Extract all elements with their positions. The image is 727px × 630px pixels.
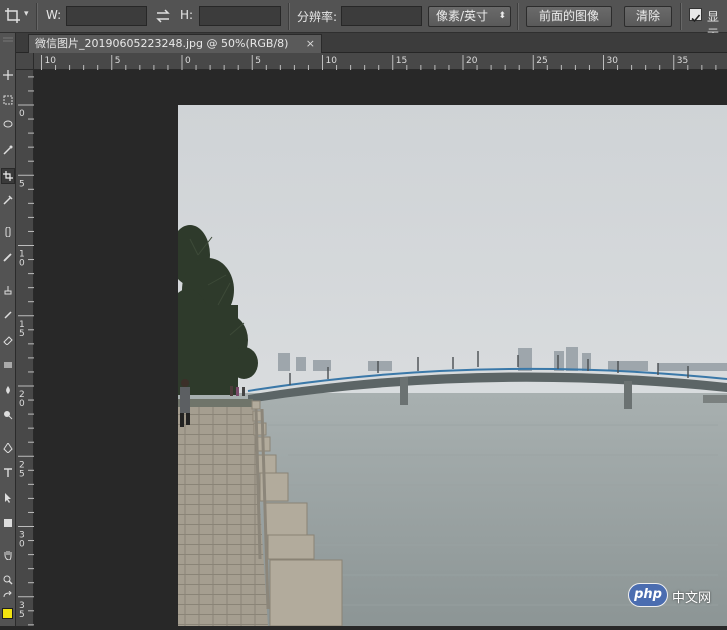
horizontal-ruler[interactable]: 10 5 0 5 10 15 20 25 30 35 (34, 53, 727, 70)
svg-text:5: 5 (19, 469, 25, 479)
swap-arrows-icon[interactable] (155, 8, 171, 28)
height-input[interactable] (199, 6, 281, 26)
svg-text:5: 5 (19, 179, 25, 189)
width-input[interactable] (66, 6, 147, 26)
canvas-area[interactable] (34, 70, 727, 626)
horizontal-ruler-ticks: 10 5 0 5 10 15 20 25 30 35 (41, 55, 717, 70)
ruler-label: 30 (607, 56, 619, 66)
separator (517, 3, 519, 30)
zoom-tool-icon[interactable] (1, 573, 15, 589)
ruler-label: 25 (536, 56, 547, 66)
separator (680, 3, 682, 30)
vertical-ruler-ticks: 0 5 10 15 20 25 30 35 (18, 76, 34, 626)
ruler-label: 10 (45, 56, 57, 66)
ruler-label: 0 (185, 56, 191, 66)
ruler-label: 35 (677, 56, 688, 66)
photo-image (178, 105, 727, 626)
gradient-tool-icon[interactable] (1, 358, 15, 374)
ruler-label: 35 (19, 601, 25, 620)
document-tab-bar: 微信图片_20190605223248.jpg @ 50%(RGB/8) × (16, 33, 727, 53)
document-tab-title: 微信图片_20190605223248.jpg @ 50%(RGB/8) (35, 37, 289, 50)
eyedropper-tool-icon[interactable] (1, 193, 15, 209)
ruler-label: 20 (466, 56, 478, 66)
ruler-label: 5 (115, 56, 121, 66)
brush-tool-icon[interactable] (1, 250, 15, 266)
clear-button[interactable]: 清除 (624, 6, 672, 27)
ruler-label: 15 (19, 320, 25, 339)
select-arrows-icon: ⬍ (498, 11, 506, 21)
ruler-label: 20 (19, 390, 25, 409)
separator (36, 3, 38, 30)
resolution-label: 分辨率: (297, 10, 338, 24)
svg-text:0: 0 (19, 399, 25, 409)
php-logo: php (628, 583, 668, 607)
healing-brush-tool-icon[interactable] (1, 225, 15, 241)
vertical-ruler[interactable]: 0 5 10 15 20 25 30 35 (16, 70, 34, 626)
blur-tool-icon[interactable] (1, 383, 15, 399)
ruler-label: 25 (19, 460, 25, 479)
resolution-input[interactable] (341, 6, 422, 26)
marquee-tool-icon[interactable] (1, 93, 15, 109)
crop-tool-icon[interactable] (1, 168, 15, 184)
show-checkbox[interactable] (689, 8, 702, 23)
options-bar: ▾ W: H: 分辨率: 像素/英寸 ⬍ 前面的图像 清除 显示 (0, 0, 727, 41)
quick-selection-tool-icon[interactable] (1, 143, 15, 159)
close-icon[interactable]: × (306, 35, 315, 52)
ruler-label: 10 (326, 56, 338, 66)
resolution-unit-value: 像素/英寸 (436, 9, 489, 23)
crop-icon[interactable] (4, 7, 21, 28)
svg-text:0: 0 (19, 259, 25, 269)
svg-text:0: 0 (19, 109, 25, 119)
lasso-tool-icon[interactable] (1, 118, 15, 134)
resolution-unit-select[interactable]: 像素/英寸 ⬍ (428, 6, 511, 27)
pen-tool-icon[interactable] (1, 441, 15, 457)
ruler-label: 30 (19, 531, 25, 550)
path-selection-tool-icon[interactable] (1, 491, 15, 507)
move-tool-icon[interactable] (1, 68, 15, 84)
ruler-origin-corner[interactable] (16, 53, 34, 70)
ruler-label: 0 (19, 109, 25, 119)
watermark-site-text: 中文网 (672, 591, 712, 606)
dodge-tool-icon[interactable] (1, 408, 15, 424)
svg-text:5: 5 (19, 329, 25, 339)
history-brush-tool-icon[interactable] (1, 308, 15, 324)
hand-tool-icon[interactable] (1, 548, 15, 564)
width-label: W: (46, 8, 62, 22)
checkmark-icon (691, 14, 701, 23)
ruler-label: 15 (396, 56, 407, 66)
height-label: H: (180, 8, 194, 22)
shape-tool-icon[interactable] (1, 516, 15, 532)
clone-stamp-tool-icon[interactable] (1, 283, 15, 299)
front-image-button[interactable]: 前面的图像 (526, 6, 612, 27)
document-tab[interactable]: 微信图片_20190605223248.jpg @ 50%(RGB/8) × (28, 34, 322, 53)
type-tool-icon[interactable] (1, 466, 15, 482)
ruler-label: 5 (19, 179, 25, 189)
php-cn-watermark: php 中文网 (628, 582, 724, 608)
tool-preset-dropdown-icon[interactable]: ▾ (24, 9, 29, 19)
ruler-label: 5 (255, 56, 261, 66)
svg-text:0: 0 (19, 540, 25, 550)
swap-colors-icon[interactable] (1, 589, 15, 605)
ruler-label: 10 (19, 250, 25, 269)
foreground-color-swatch[interactable] (2, 608, 13, 619)
svg-text:5: 5 (19, 610, 25, 620)
toolbox-grip-icon (1, 35, 15, 51)
separator (288, 3, 290, 30)
toolbox (0, 33, 16, 626)
eraser-tool-icon[interactable] (1, 333, 15, 349)
